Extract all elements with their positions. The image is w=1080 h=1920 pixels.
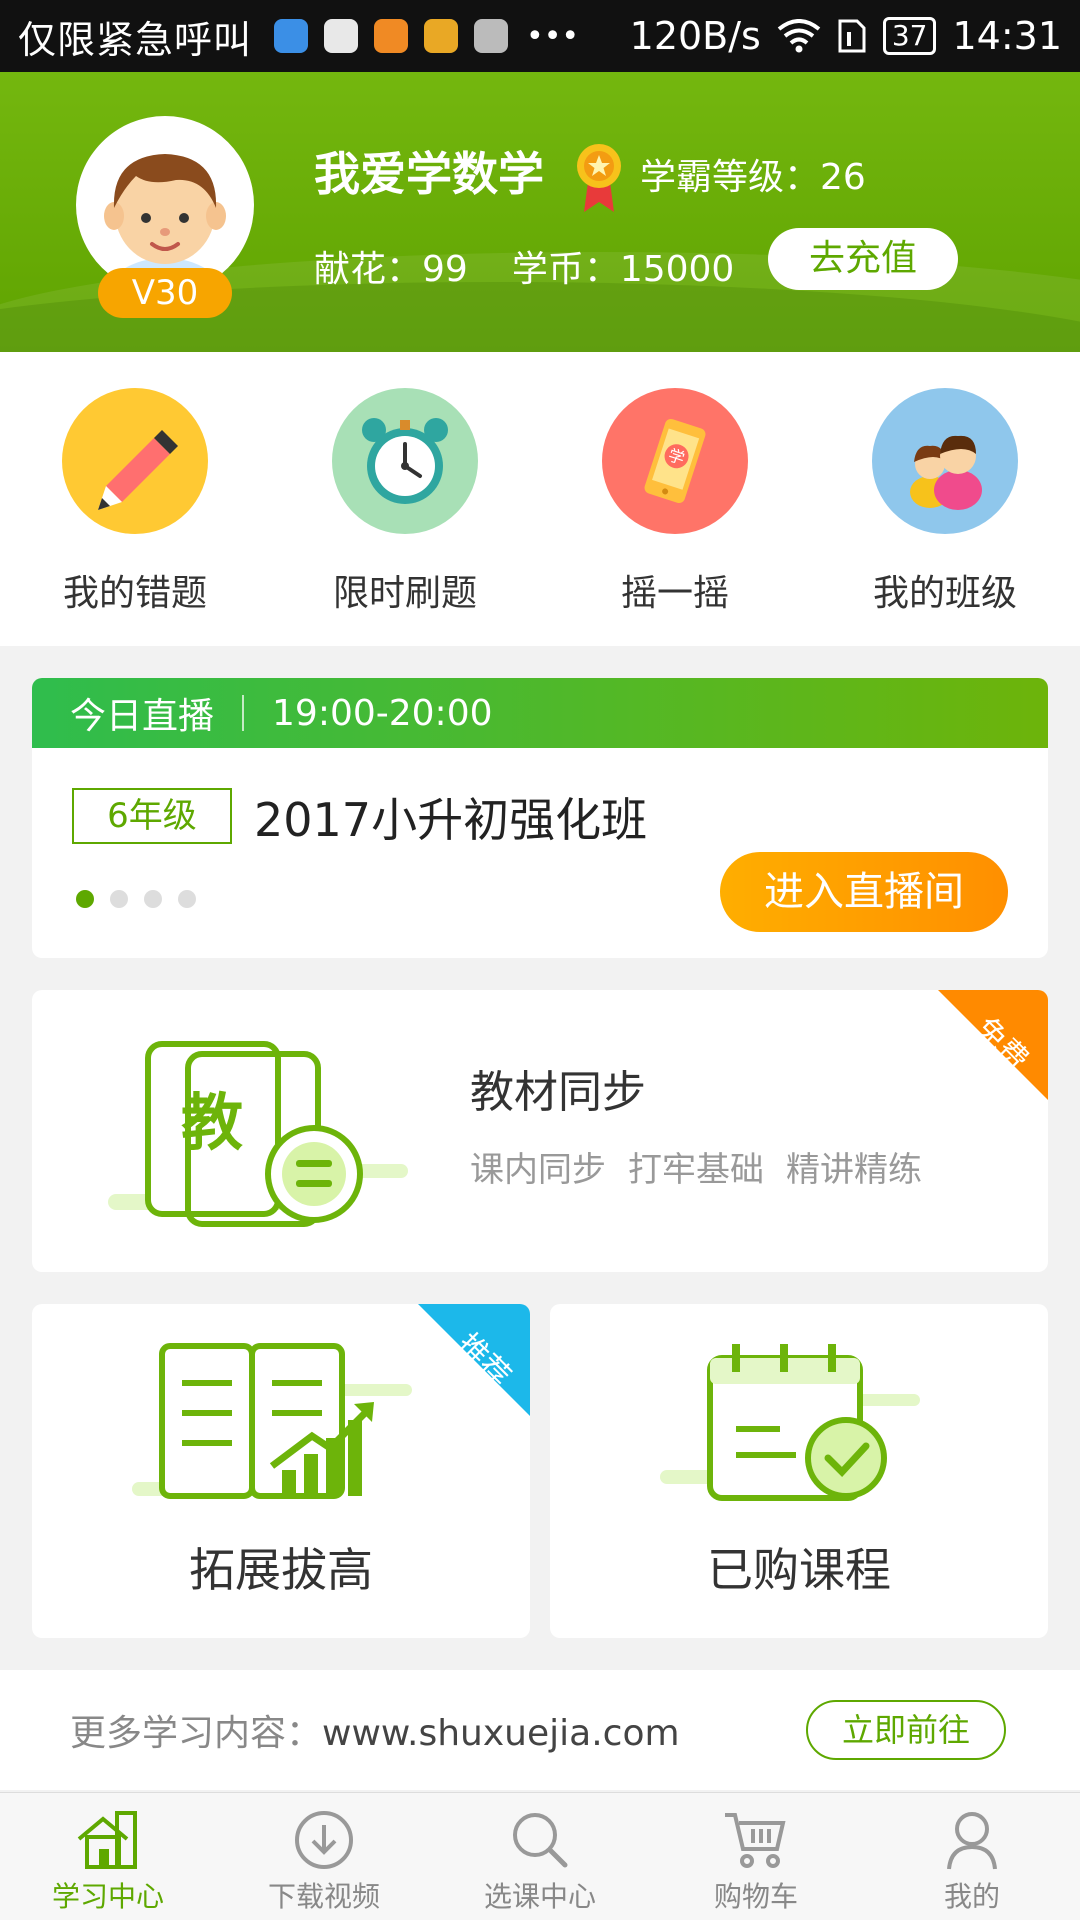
tab-label: 选课中心 <box>483 1880 596 1913</box>
quick-item-circle <box>332 388 478 534</box>
purchased-courses-card[interactable]: 已购课程 <box>550 1304 1048 1638</box>
tab-label: 学习中心 <box>51 1880 164 1913</box>
health-notification-icon <box>374 19 409 53</box>
quick-item-circle: 学 <box>602 388 748 534</box>
free-corner-badge: 免费 <box>848 990 1048 1190</box>
notification-icons <box>274 19 509 53</box>
extend-card[interactable]: 拓展拔高 推荐 <box>32 1304 530 1638</box>
alarm-clock-icon <box>362 418 448 504</box>
wifi-icon <box>777 19 821 53</box>
medal-icon <box>577 144 621 212</box>
tab-me[interactable]: 我的 <box>864 1793 1080 1920</box>
phone-shake-icon: 学 <box>644 418 706 504</box>
user-icon <box>947 1812 997 1870</box>
download-icon <box>295 1811 353 1869</box>
vip-badge: V30 <box>98 268 232 318</box>
textbook-tag: 打牢基础 <box>628 1150 764 1190</box>
live-broadcast-card[interactable]: 今日直播 19:00-20:00 6年级 2017小升初强化班 进入直播间 <box>32 678 1048 958</box>
quick-item-label: 摇一摇 <box>620 573 729 614</box>
more-notifications-icon: ••• <box>526 18 580 54</box>
extend-title: 拓展拔高 <box>189 1543 373 1597</box>
quick-item-timed-practice[interactable]: 限时刷题 <box>270 352 540 646</box>
tab-course-center[interactable]: 选课中心 <box>432 1793 648 1920</box>
username: 我爱学数学 <box>314 147 544 201</box>
browser-notification-icon <box>274 19 309 53</box>
quick-item-circle <box>872 388 1018 534</box>
tab-label: 购物车 <box>713 1880 798 1913</box>
recommend-corner-badge: 推荐 <box>330 1304 530 1504</box>
recharge-button[interactable]: 去充值 <box>768 228 958 290</box>
live-header-bar: 今日直播 19:00-20:00 <box>32 678 1048 748</box>
tab-download-video[interactable]: 下载视频 <box>216 1793 432 1920</box>
battery-icon: 37 <box>882 17 937 55</box>
textbook-icon-char: 教 <box>181 1086 243 1159</box>
more-content-text: 更多学习内容：www.shuxuejia.com <box>70 1704 680 1756</box>
keyboard-notification-icon <box>474 19 509 53</box>
go-now-button[interactable]: 立即前往 <box>806 1700 1006 1760</box>
quick-item-label: 我的错题 <box>62 573 207 614</box>
quick-item-shake[interactable]: 学 摇一摇 <box>540 352 810 646</box>
enter-live-room-button[interactable]: 进入直播间 <box>720 852 1008 932</box>
bottom-nav: 学习中心 下载视频 选课中心 购物车 我的 <box>0 1792 1080 1920</box>
today-live-label: 今日直播 <box>70 696 215 737</box>
live-time: 19:00-20:00 <box>272 692 493 734</box>
quick-item-circle <box>62 388 208 534</box>
cart-icon <box>725 1813 786 1868</box>
carrier-text: 仅限紧急呼叫 <box>18 17 253 62</box>
divider <box>242 695 245 731</box>
more-content-label: 更多学习内容： <box>70 1713 323 1754</box>
coins-count: 学币：15000 <box>511 249 735 290</box>
tab-shopping-cart[interactable]: 购物车 <box>648 1793 864 1920</box>
quick-item-my-class[interactable]: 我的班级 <box>810 352 1080 646</box>
carousel-dot <box>76 890 94 908</box>
network-speed: 120B/s <box>629 14 761 58</box>
website-link[interactable]: www.shuxuejia.com <box>322 1713 680 1754</box>
clock: 14:31 <box>952 14 1062 58</box>
home-icon <box>77 1811 137 1869</box>
quick-item-label: 我的班级 <box>872 573 1017 614</box>
app-notification-icon <box>324 19 359 53</box>
status-bar: 仅限紧急呼叫 ••• 120B/s 37 14:31 <box>0 0 1080 72</box>
tab-label: 我的 <box>943 1880 1000 1913</box>
quick-menu: 我的错题 限时刷题 学 摇一摇 我的班级 <box>0 352 1080 646</box>
purchased-title: 已购课程 <box>707 1543 891 1597</box>
carousel-dot <box>110 890 128 908</box>
textbook-tag: 课内同步 <box>470 1150 606 1190</box>
textbook-icon: 教 <box>108 1041 408 1227</box>
more-content-bar: 更多学习内容：www.shuxuejia.com 立即前往 <box>0 1670 1080 1790</box>
carousel-indicator <box>76 890 196 908</box>
textbook-title: 教材同步 <box>470 1067 646 1118</box>
pencil-icon <box>98 430 178 510</box>
textbook-sync-card[interactable]: 教 教材同步 课内同步 打牢基础 精讲精练 免费 <box>32 990 1048 1272</box>
store-notification-icon <box>424 19 459 53</box>
classmates-icon <box>910 435 982 510</box>
search-icon <box>513 1813 568 1868</box>
profile-header: V30 我爱学数学 学霸等级：26 献花：99 学币：15000 去充值 <box>0 72 1080 352</box>
quick-item-mistakes[interactable]: 我的错题 <box>0 352 270 646</box>
carousel-dot <box>178 890 196 908</box>
quick-item-label: 限时刷题 <box>332 573 477 614</box>
sim-icon <box>838 19 866 53</box>
tab-label: 下载视频 <box>267 1880 380 1913</box>
carousel-dot <box>144 890 162 908</box>
course-title: 2017小升初强化班 <box>254 793 648 847</box>
user-stats: 献花：99 学币：15000 <box>314 240 734 292</box>
flowers-count: 献花：99 <box>314 249 468 290</box>
tab-learning-center[interactable]: 学习中心 <box>0 1793 216 1920</box>
calendar-check-icon <box>660 1344 920 1501</box>
level-label: 学霸等级：26 <box>640 157 866 198</box>
grade-tag: 6年级 <box>72 788 232 844</box>
